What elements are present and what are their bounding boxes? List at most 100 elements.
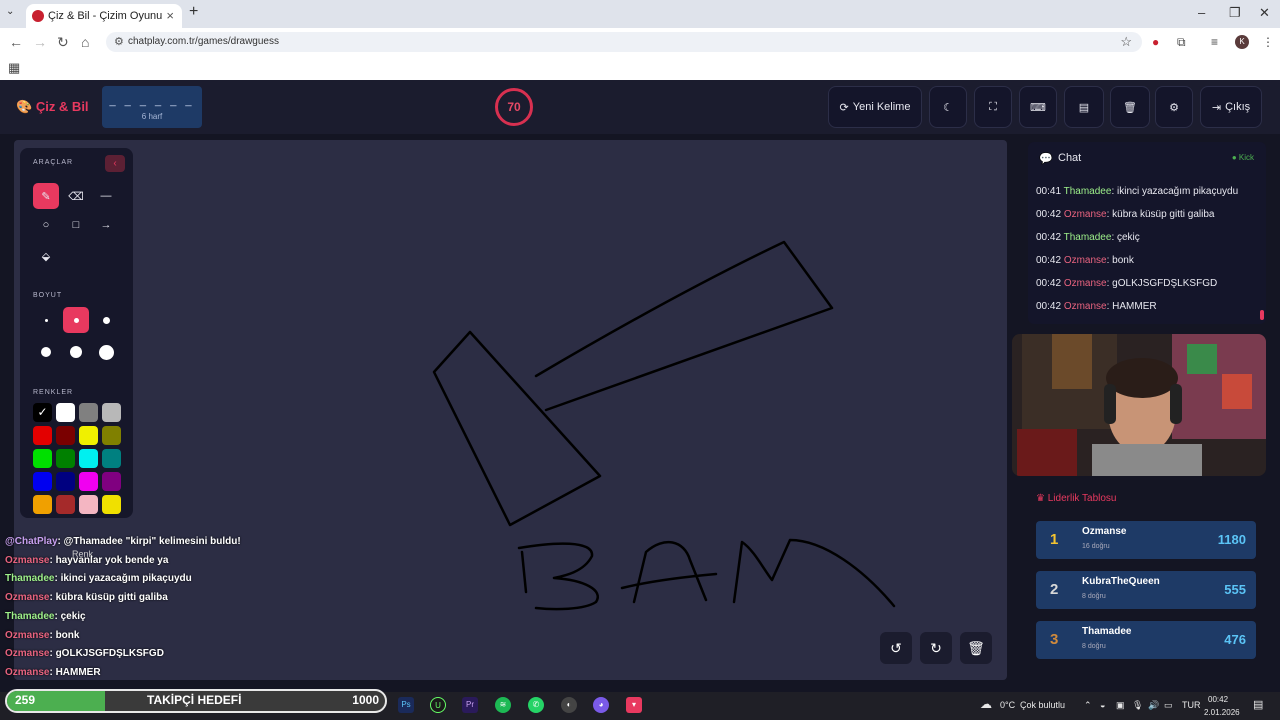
tray-app-icon[interactable]: ▣ <box>1116 700 1125 711</box>
site-info-icon[interactable]: ⚙ <box>114 35 124 48</box>
chat-message-user[interactable]: Thamadee <box>1064 186 1112 197</box>
spotify-icon[interactable]: ≋ <box>495 697 511 713</box>
size-2[interactable] <box>63 307 89 333</box>
forward-icon[interactable]: → <box>33 34 47 50</box>
app-logo[interactable]: 🎨 Çiz & Bil <box>16 99 89 115</box>
extensions-puzzle-icon[interactable]: ⧉ <box>1177 35 1186 50</box>
color-swatch[interactable] <box>56 449 75 468</box>
color-swatch[interactable] <box>79 495 98 514</box>
dark-mode-button[interactable]: ☾ <box>929 86 967 128</box>
arrow-right-icon: → <box>100 219 112 231</box>
color-swatch[interactable] <box>56 495 75 514</box>
color-swatch[interactable] <box>33 426 52 445</box>
discord-icon[interactable]: ◕ <box>593 697 609 713</box>
color-swatch[interactable] <box>33 449 52 468</box>
size-4[interactable] <box>33 339 59 365</box>
line-tool[interactable]: — <box>93 183 119 209</box>
color-swatch[interactable] <box>79 449 98 468</box>
microphone-icon[interactable]: 🎙 <box>1132 700 1143 711</box>
word-hint-box: _ _ _ _ _ _ 6 harf <box>102 86 202 128</box>
archive-button[interactable]: ▤ <box>1064 86 1104 128</box>
fullscreen-button[interactable]: ⛶ <box>974 86 1012 128</box>
color-swatch[interactable] <box>102 495 121 514</box>
fill-tool[interactable]: ⬙ <box>33 243 59 269</box>
color-swatch[interactable] <box>33 495 52 514</box>
overlay-chat-user: Ozmanse <box>5 554 50 566</box>
rectangle-tool[interactable]: □ <box>63 212 89 238</box>
overlay-chat-line: Ozmanse: kübra küsüp gitti galiba <box>5 592 168 603</box>
whatsapp-icon[interactable]: ✆ <box>528 697 544 713</box>
color-swatch[interactable] <box>56 403 75 422</box>
arrow-tool[interactable]: → <box>93 212 119 238</box>
leaderboard-points: 1180 <box>1217 532 1246 547</box>
color-swatch[interactable] <box>102 449 121 468</box>
size-3[interactable] <box>93 307 119 333</box>
weather-temp[interactable]: 0°C <box>1000 700 1015 710</box>
redo-button[interactable]: ↻ <box>920 632 952 664</box>
settings-button[interactable]: ⚙ <box>1155 86 1193 128</box>
clock-time[interactable]: 00:42 <box>1208 695 1228 704</box>
clock-date[interactable]: 2.01.2026 <box>1204 708 1240 717</box>
size-5[interactable] <box>63 339 89 365</box>
exit-button[interactable]: ⇥ Çıkış <box>1200 86 1262 128</box>
color-swatch[interactable] <box>79 472 98 491</box>
home-icon[interactable]: ⌂ <box>81 34 89 50</box>
battery-icon[interactable]: ▭ <box>1164 700 1173 711</box>
delete-button[interactable]: 🗑 <box>1110 86 1150 128</box>
upwork-icon[interactable]: U <box>430 697 446 713</box>
tray-chevron-icon[interactable]: ⌃ <box>1084 700 1092 711</box>
premiere-icon[interactable]: Pr <box>462 697 478 713</box>
speaker-icon[interactable]: 🔊 <box>1148 700 1159 711</box>
overlay-chat-user: Ozmanse <box>5 592 50 604</box>
close-tab-icon[interactable]: × <box>166 8 174 23</box>
chat-scrollbar[interactable] <box>1260 310 1264 320</box>
chat-message-user[interactable]: Thamadee <box>1064 232 1112 243</box>
undo-button[interactable]: ↺ <box>880 632 912 664</box>
chat-message-user[interactable]: Ozmanse <box>1064 209 1107 220</box>
extension-icon[interactable]: ● <box>1152 35 1159 49</box>
media-icon[interactable]: ≡ <box>1211 35 1218 49</box>
app-icon-obs[interactable]: ◐ <box>561 697 577 713</box>
color-swatch[interactable] <box>56 426 75 445</box>
notifications-icon[interactable]: ▤ <box>1253 698 1263 711</box>
chat-message-user[interactable]: Ozmanse <box>1064 278 1107 289</box>
keyboard-icon: ⌨ <box>1030 101 1046 114</box>
tray-network-icon[interactable]: ◒ <box>1100 700 1105 710</box>
app-icon-pink[interactable]: ▾ <box>626 697 642 713</box>
reload-icon[interactable]: ↻ <box>57 34 69 51</box>
color-swatch[interactable] <box>56 472 75 491</box>
menu-icon[interactable]: ⋮ <box>1262 35 1274 49</box>
color-swatch[interactable] <box>102 403 121 422</box>
close-window-icon[interactable]: ✕ <box>1259 5 1270 21</box>
collapse-panel-button[interactable]: ‹ <box>105 155 125 172</box>
color-swatch[interactable] <box>79 426 98 445</box>
chat-message-user[interactable]: Ozmanse <box>1064 255 1107 266</box>
color-swatch[interactable]: ✓ <box>33 403 52 422</box>
restore-icon[interactable]: ❐ <box>1229 5 1241 21</box>
color-swatch[interactable] <box>102 472 121 491</box>
chat-message-user[interactable]: Ozmanse <box>1064 301 1107 312</box>
color-swatch[interactable] <box>33 472 52 491</box>
weather-text[interactable]: Çok bulutlu <box>1020 700 1065 710</box>
size-6[interactable] <box>93 339 119 365</box>
photoshop-icon[interactable]: Ps <box>398 697 414 713</box>
minimize-icon[interactable]: – <box>1198 5 1205 20</box>
url-field[interactable]: ⚙ chatplay.com.tr/games/drawguess ☆ <box>106 32 1142 52</box>
color-swatch[interactable] <box>102 426 121 445</box>
new-tab-icon[interactable]: + <box>189 3 198 21</box>
eraser-tool[interactable]: ⌫ <box>63 183 89 209</box>
new-word-button[interactable]: ⟳ Yeni Kelime <box>828 86 922 128</box>
bookmark-star-icon[interactable]: ☆ <box>1120 34 1132 50</box>
back-icon[interactable]: ← <box>9 34 23 50</box>
browser-tab[interactable]: Çiz & Bil - Çizim Oyunu × <box>26 4 182 28</box>
clear-canvas-button[interactable]: 🗑 <box>960 632 992 664</box>
size-1[interactable] <box>33 307 59 333</box>
pen-tool[interactable]: ✎ <box>33 183 59 209</box>
circle-tool[interactable]: ○ <box>33 212 59 238</box>
profile-avatar[interactable]: K <box>1235 35 1249 49</box>
tab-search-icon[interactable]: ⌄ <box>6 6 14 17</box>
apps-grid-icon[interactable]: ▦ <box>8 60 20 76</box>
color-swatch[interactable] <box>79 403 98 422</box>
input-language[interactable]: TUR <box>1182 700 1201 710</box>
keyboard-button[interactable]: ⌨ <box>1019 86 1057 128</box>
